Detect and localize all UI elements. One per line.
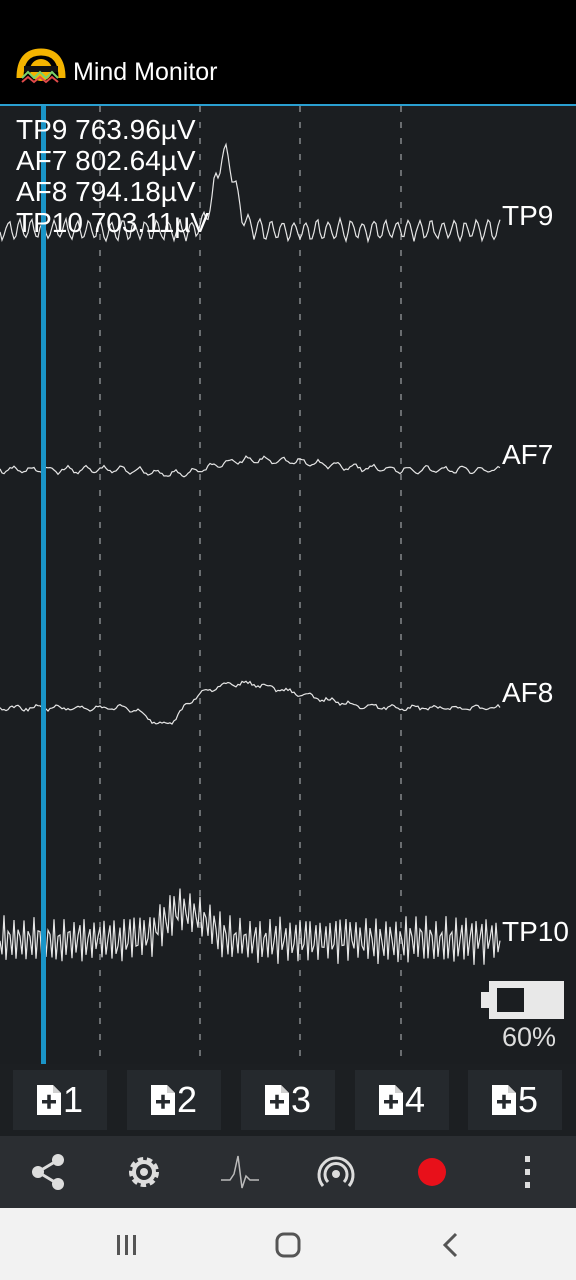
channel-label-af7: AF7	[502, 439, 554, 470]
eeg-plot-area: TP9 763.96µV AF7 802.64µV AF8 794.18µV T…	[0, 106, 576, 1064]
readout-af8: AF8 794.18µV	[16, 176, 196, 207]
marker-button-1[interactable]: 1	[13, 1070, 107, 1130]
settings-gear-icon[interactable]	[124, 1152, 164, 1192]
marker-label: 5	[517, 1079, 539, 1120]
cursor-line[interactable]	[41, 106, 46, 1064]
marker-label: 3	[290, 1079, 312, 1120]
broadcast-icon[interactable]	[316, 1152, 356, 1192]
eeg-traces	[0, 106, 501, 1064]
recent-apps-icon[interactable]	[112, 1230, 142, 1260]
add-document-icon	[264, 1085, 289, 1115]
home-icon[interactable]	[273, 1230, 303, 1260]
af8-trace	[0, 680, 501, 725]
tp10-trace	[0, 888, 501, 965]
marker-label: 1	[62, 1079, 84, 1120]
readout-tp10: TP10 703.11µV	[16, 207, 210, 238]
app-title: Mind Monitor	[73, 58, 218, 86]
add-document-icon	[36, 1085, 61, 1115]
af7-trace	[0, 455, 501, 478]
record-icon[interactable]	[412, 1152, 452, 1192]
back-icon[interactable]	[436, 1230, 466, 1260]
channel-label-tp10: TP10	[502, 916, 569, 947]
app-bar: Mind Monitor	[0, 38, 576, 106]
add-document-icon	[150, 1085, 175, 1115]
headband-logo-icon	[16, 48, 66, 84]
battery-percent: 60%	[502, 1022, 557, 1052]
marker-button-4[interactable]: 4	[355, 1070, 449, 1130]
marker-buttons: 1 2 3 4 5	[0, 1064, 576, 1136]
marker-button-3[interactable]: 3	[241, 1070, 335, 1130]
grid-lines	[99, 106, 402, 1056]
waveform-icon[interactable]	[220, 1152, 260, 1192]
marker-button-2[interactable]: 2	[127, 1070, 221, 1130]
marker-button-5[interactable]: 5	[468, 1070, 562, 1130]
more-options-icon[interactable]	[508, 1152, 548, 1192]
marker-label: 2	[176, 1079, 198, 1120]
system-nav-bar	[0, 1208, 576, 1280]
status-bar	[0, 0, 576, 38]
add-document-icon	[491, 1085, 516, 1115]
channel-label-af8: AF8	[502, 677, 554, 708]
bottom-toolbar	[0, 1136, 576, 1208]
add-document-icon	[378, 1085, 403, 1115]
readout-tp9: TP9 763.96µV	[16, 114, 196, 145]
battery-icon	[481, 981, 564, 1019]
marker-label: 4	[404, 1079, 426, 1120]
share-icon[interactable]	[28, 1152, 68, 1192]
readout-af7: AF7 802.64µV	[16, 145, 196, 176]
channel-label-tp9: TP9	[502, 200, 554, 231]
